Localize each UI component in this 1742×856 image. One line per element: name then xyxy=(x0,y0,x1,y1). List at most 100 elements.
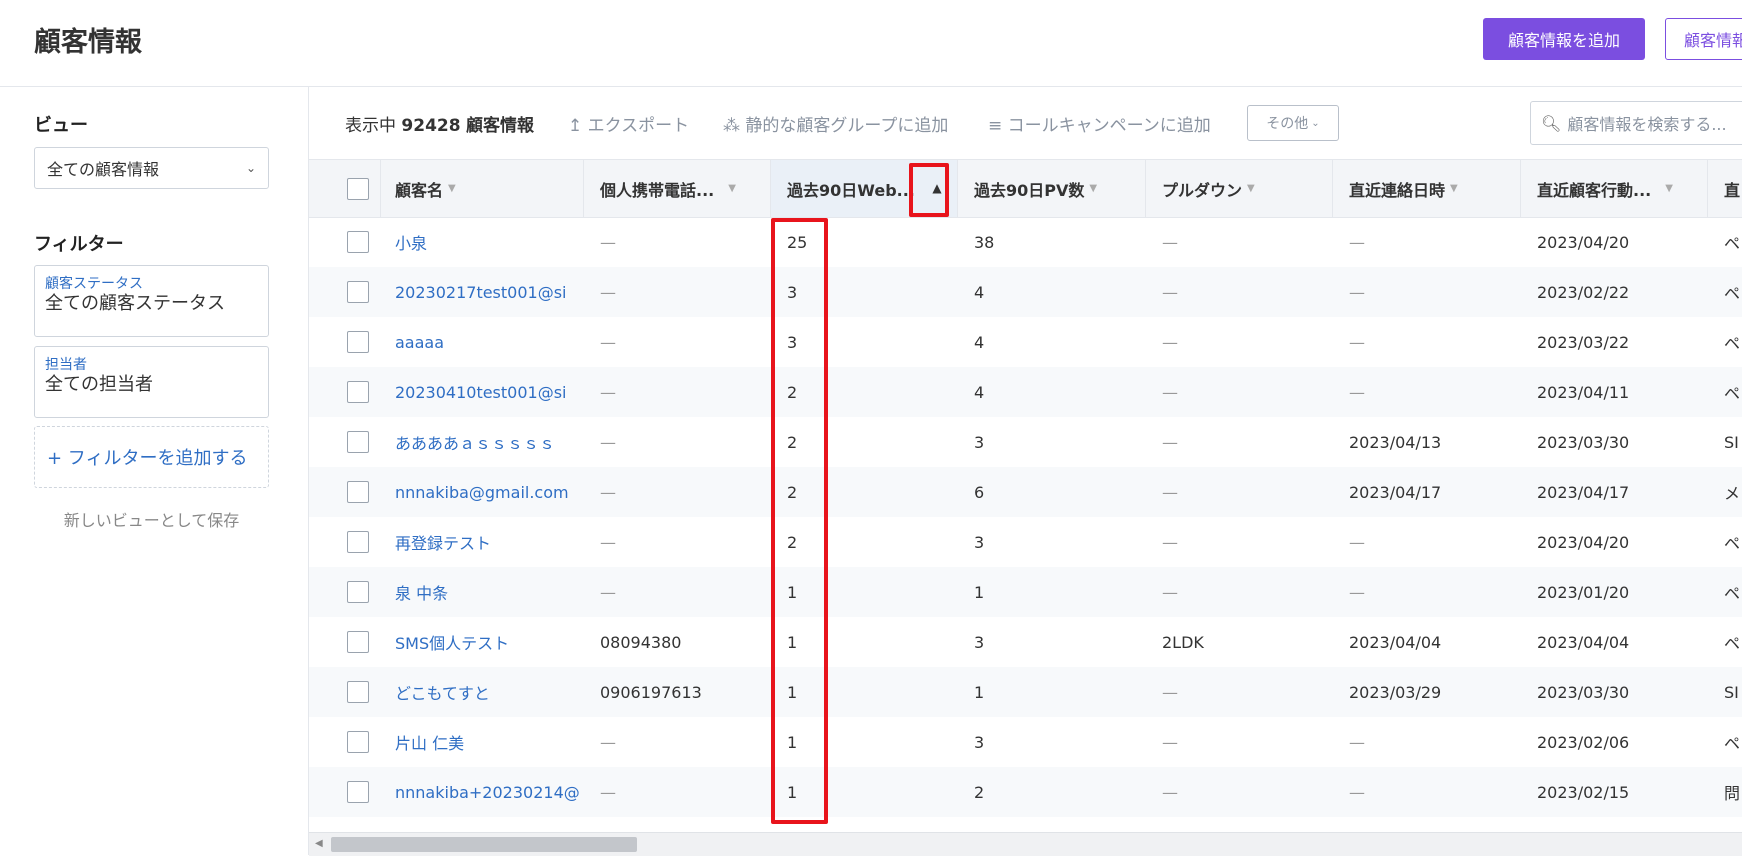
cell-last-contact: — xyxy=(1349,732,1365,752)
row-checkbox[interactable] xyxy=(347,381,369,403)
column-header-mobile[interactable]: 個人携帯電話... ▼ xyxy=(584,160,771,217)
customer-name-link[interactable]: SMS個人テスト xyxy=(381,617,584,667)
count-prefix: 表示中 xyxy=(345,116,396,136)
cell-pulldown: — xyxy=(1162,332,1178,352)
customer-name-link[interactable]: 片山 仁美 xyxy=(381,717,584,767)
customer-name-link[interactable]: どこもてすと xyxy=(381,667,584,717)
row-checkbox-cell xyxy=(309,617,381,667)
customer-name-link[interactable]: 再登録テスト xyxy=(381,517,584,567)
column-label: 過去90日PV数 xyxy=(974,180,1085,200)
sort-caret-icon: ▼ xyxy=(728,183,736,194)
scroll-thumb[interactable] xyxy=(331,837,637,852)
table-row[interactable]: aaaaa —3 4— —2023/03/22 ペ xyxy=(309,317,1742,367)
table-toolbar: 表示中 92428 顧客情報 ↥ エクスポート ⁂ 静的な顧客グループに追加 ≡… xyxy=(309,87,1742,159)
row-checkbox[interactable] xyxy=(347,331,369,353)
row-checkbox[interactable] xyxy=(347,781,369,803)
chevron-down-icon: ⌄ xyxy=(1311,117,1320,129)
row-checkbox[interactable] xyxy=(347,681,369,703)
column-header-extra[interactable]: 直 xyxy=(1708,160,1742,217)
sort-caret-icon: ▼ xyxy=(448,183,456,194)
cell-extra: ペ xyxy=(1724,284,1741,303)
horizontal-scrollbar[interactable]: ◀ xyxy=(309,832,1742,856)
view-select[interactable]: 全ての顧客情報 ⌄ xyxy=(34,147,269,189)
highlight-web90-column xyxy=(771,218,828,824)
table-row[interactable]: 片山 仁美 —1 3— —2023/02/06 ペ xyxy=(309,717,1742,767)
filter-assignee[interactable]: 担当者 全ての担当者 xyxy=(34,346,269,418)
table-header: 顧客名 ▼ 個人携帯電話... ▼ 過去90日Web... ▲ 過去90日PV数 ▼ … xyxy=(309,159,1742,218)
customer-name-link[interactable]: 泉 中条 xyxy=(381,567,584,617)
column-header-last-contact[interactable]: 直近連絡日時 ▼ xyxy=(1333,160,1521,217)
table-row[interactable]: 再登録テスト —2 3— —2023/04/20 ペ xyxy=(309,517,1742,567)
table-row[interactable]: 小泉 —25 38— —2023/04/20 ペ xyxy=(309,217,1742,267)
add-call-campaign-button[interactable]: ≡ コールキャンペーンに追加 xyxy=(988,111,1211,136)
record-count: 表示中 92428 顧客情報 xyxy=(345,111,534,136)
main-content: 表示中 92428 顧客情報 ↥ エクスポート ⁂ 静的な顧客グループに追加 ≡… xyxy=(309,87,1742,855)
cell-last-action: 2023/03/22 xyxy=(1537,332,1630,352)
cell-pulldown: — xyxy=(1162,382,1178,402)
add-static-group-button[interactable]: ⁂ 静的な顧客グループに追加 xyxy=(723,111,948,136)
column-header-pv90[interactable]: 過去90日PV数 ▼ xyxy=(958,160,1146,217)
save-as-new-view-link[interactable]: 新しいビューとして保存 xyxy=(34,507,269,531)
cell-extra: SI xyxy=(1724,682,1739,702)
row-checkbox[interactable] xyxy=(347,281,369,303)
cell-pulldown: — xyxy=(1162,482,1178,502)
customer-name-link[interactable]: 20230410test001@si xyxy=(381,367,584,417)
column-label: 顧客名 xyxy=(395,180,444,200)
row-checkbox-cell xyxy=(309,467,381,517)
row-checkbox[interactable] xyxy=(347,431,369,453)
customer-name-link[interactable]: nnnakiba+20230214@ xyxy=(381,767,584,817)
column-header-name[interactable]: 顧客名 ▼ xyxy=(381,160,584,217)
export-button[interactable]: ↥ エクスポート xyxy=(568,111,689,136)
column-label: プルダウン xyxy=(1162,180,1243,200)
cell-pulldown: — xyxy=(1162,232,1178,252)
list-add-icon: ≡ xyxy=(988,116,1003,136)
add-filter-button[interactable]: + フィルターを追加する xyxy=(34,426,269,488)
row-checkbox[interactable] xyxy=(347,731,369,753)
row-checkbox[interactable] xyxy=(347,581,369,603)
customer-name-link[interactable]: nnnakiba@gmail.com xyxy=(381,467,584,517)
row-checkbox[interactable] xyxy=(347,531,369,553)
customer-name-link[interactable]: 20230217test001@si xyxy=(381,267,584,317)
table-row[interactable]: nnnakiba+20230214@ —1 2— —2023/02/15 問 xyxy=(309,767,1742,817)
row-checkbox[interactable] xyxy=(347,231,369,253)
cell-last-contact: 2023/04/17 xyxy=(1349,482,1442,502)
cell-extra: ペ xyxy=(1724,734,1741,753)
table-row[interactable]: ああああａｓｓｓｓｓ —2 3—2023/04/13 2023/03/30 SI xyxy=(309,417,1742,467)
filter-value: 全ての担当者 xyxy=(45,374,153,395)
top-bar: 顧客情報 顧客情報を追加 顧客情報 xyxy=(0,0,1742,87)
table-row[interactable]: 20230217test001@si —3 4— —2023/02/22 ペ xyxy=(309,267,1742,317)
column-header-pulldown[interactable]: プルダウン ▼ xyxy=(1146,160,1333,217)
group-add-icon: ⁂ xyxy=(723,116,740,136)
page-title: 顧客情報 xyxy=(34,27,142,58)
table-row[interactable]: どこもてすと 0906197613 1 1—2023/03/29 2023/03/30 S… xyxy=(309,667,1742,717)
filter-customer-status[interactable]: 顧客ステータス 全ての顧客ステータス xyxy=(34,265,269,337)
search-icon: 🔍︎ xyxy=(1541,113,1562,133)
customer-secondary-button[interactable]: 顧客情報 xyxy=(1665,18,1742,60)
cell-pulldown: 2LDK xyxy=(1162,632,1204,652)
column-label: 直 xyxy=(1724,180,1741,200)
cell-phone: — xyxy=(600,432,616,452)
export-icon: ↥ xyxy=(568,116,583,136)
sort-caret-icon: ▼ xyxy=(1247,183,1255,194)
scroll-left-arrow-icon[interactable]: ◀ xyxy=(315,838,323,849)
row-checkbox[interactable] xyxy=(347,481,369,503)
column-header-last-action[interactable]: 直近顧客行動... ▼ xyxy=(1521,160,1708,217)
cell-last-contact: 2023/04/04 xyxy=(1349,632,1442,652)
other-dropdown[interactable]: その他 ⌄ xyxy=(1247,105,1339,141)
row-checkbox[interactable] xyxy=(347,631,369,653)
select-all-checkbox[interactable] xyxy=(347,177,369,200)
cell-last-contact: — xyxy=(1349,532,1365,552)
customer-name-link[interactable]: 小泉 xyxy=(381,217,584,267)
table-row[interactable]: 20230410test001@si —2 4— —2023/04/11 ペ xyxy=(309,367,1742,417)
customer-name-link[interactable]: aaaaa xyxy=(381,317,584,367)
table-row[interactable]: 泉 中条 —1 1— —2023/01/20 ペ xyxy=(309,567,1742,617)
add-customer-button[interactable]: 顧客情報を追加 xyxy=(1483,18,1645,60)
cell-last-action: 2023/01/20 xyxy=(1537,582,1630,602)
table-row[interactable]: SMS個人テスト 08094380 1 3 2LDK 2023/04/04 2023/04/… xyxy=(309,617,1742,667)
table-row[interactable]: nnnakiba@gmail.com —2 6—2023/04/17 2023/04/… xyxy=(309,467,1742,517)
customer-name-link[interactable]: ああああａｓｓｓｓｓ xyxy=(381,417,584,467)
cell-phone: — xyxy=(600,482,616,502)
cell-pv90: 38 xyxy=(974,232,995,252)
cell-extra: 問 xyxy=(1724,784,1741,803)
search-input[interactable]: 🔍︎ 顧客情報を検索する... xyxy=(1530,101,1742,145)
